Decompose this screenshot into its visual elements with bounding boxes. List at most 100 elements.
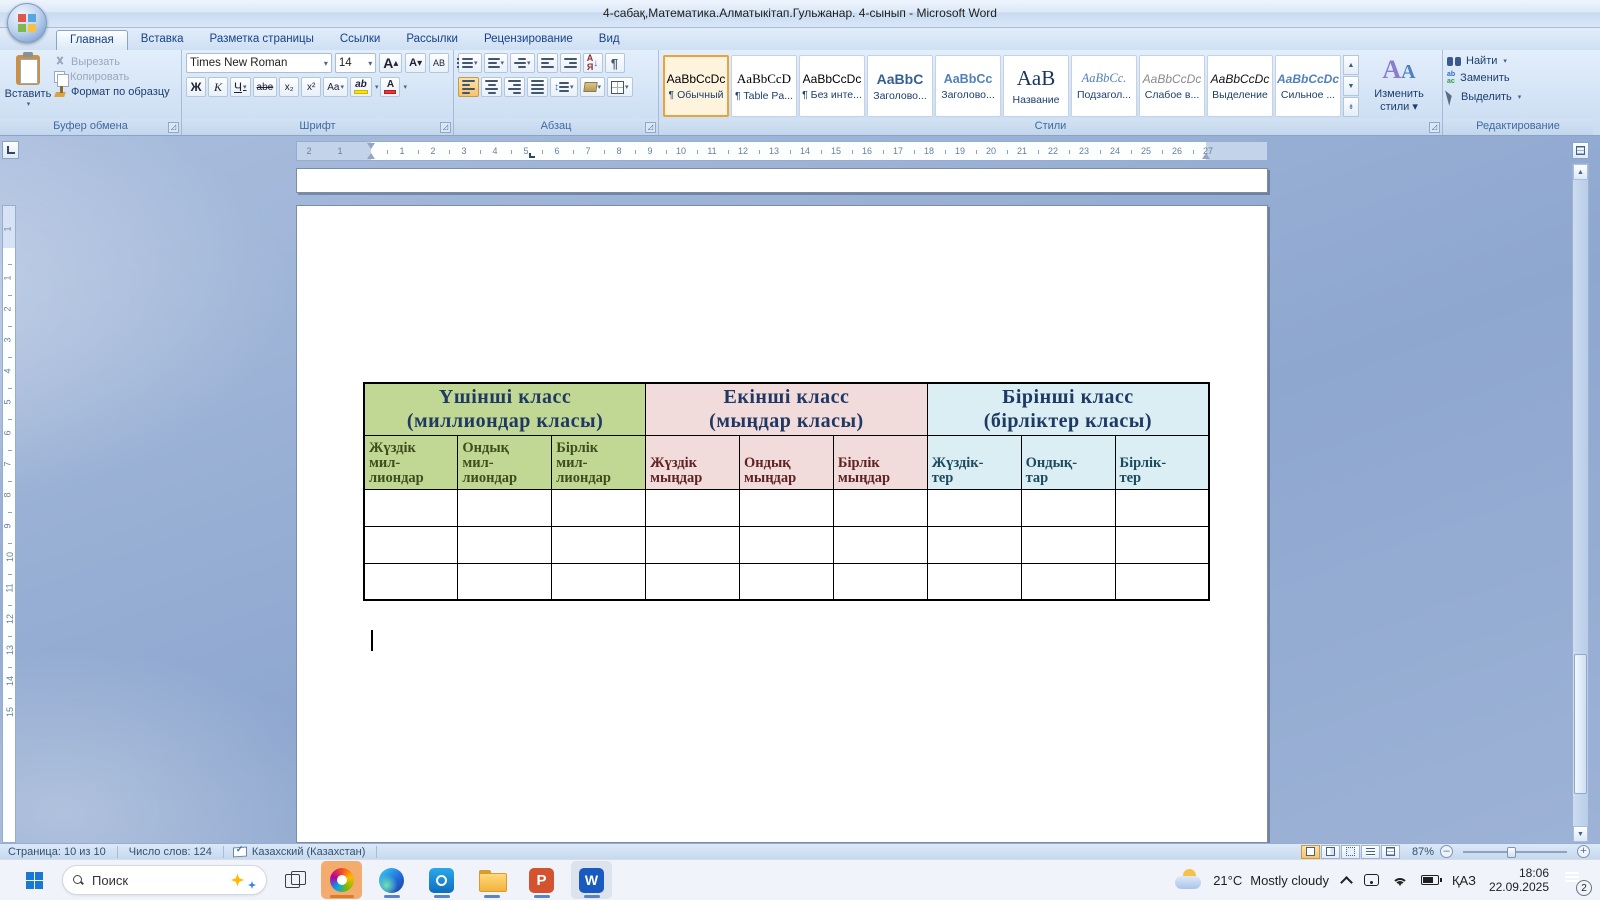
table-empty-cell[interactable] — [832, 562, 928, 601]
table-empty-cell[interactable] — [457, 562, 553, 601]
copy-button[interactable]: Копировать — [54, 71, 177, 87]
page-indicator[interactable]: Страница: 10 из 10 — [4, 846, 110, 858]
table-subheader-cell[interactable]: Жүздік мыңдар — [645, 434, 740, 490]
taskbar-search[interactable]: Поиск — [62, 865, 267, 895]
table-subheader-cell[interactable]: Жүздік- тер — [926, 434, 1022, 490]
fullscreen-reading-view-button[interactable] — [1320, 844, 1340, 859]
table-empty-cell[interactable] — [1020, 525, 1116, 564]
table-empty-cell[interactable] — [457, 488, 553, 527]
table-empty-cell[interactable] — [926, 562, 1022, 601]
table-subheader-cell[interactable]: Бірлік мил- лиондар — [551, 434, 647, 490]
superscript-button[interactable]: x² — [301, 77, 322, 97]
justify-button[interactable] — [527, 77, 548, 97]
style-gallery-item[interactable]: AaBbCc. Подзагол... — [1071, 55, 1137, 117]
font-dialog-launcher[interactable]: ◿ — [440, 122, 451, 133]
table-empty-cell[interactable] — [551, 562, 647, 601]
outline-view-button[interactable] — [1360, 844, 1380, 859]
scroll-down-button[interactable]: ▼ — [1573, 826, 1588, 842]
table-subheader-cell[interactable]: Ондық- тар — [1020, 434, 1116, 490]
first-line-indent-marker[interactable] — [367, 143, 375, 149]
style-gallery-item[interactable]: AaBbCc Заголово... — [935, 55, 1001, 117]
table-subheader-cell[interactable]: Бірлік мыңдар — [832, 434, 928, 490]
highlight-color-button[interactable]: ab — [349, 77, 372, 97]
numbering-button[interactable]: ▾ — [483, 53, 509, 73]
style-gallery-item[interactable]: AaBbCcDc Сильное ... — [1275, 55, 1341, 117]
format-painter-button[interactable]: Формат по образцу — [54, 86, 177, 98]
tab-stop-marker[interactable] — [529, 153, 535, 158]
ribbon-tab[interactable]: Вставка — [128, 30, 197, 50]
notification-center-button[interactable]: 2 — [1562, 868, 1592, 896]
wifi-icon[interactable] — [1391, 874, 1408, 886]
style-gallery-item[interactable]: AaBbCcDc Выделение — [1207, 55, 1273, 117]
clipboard-dialog-launcher[interactable]: ◿ — [168, 122, 179, 133]
weather-widget[interactable]: 21°C Mostly cloudy — [1175, 869, 1329, 891]
italic-button[interactable]: K — [208, 77, 228, 97]
zoom-in-button[interactable]: + — [1577, 845, 1590, 858]
taskbar-app-powerpoint[interactable]: P — [521, 861, 562, 899]
office-button[interactable] — [7, 3, 47, 43]
table-class-header[interactable]: Екінші класс (мыңдар класы) — [645, 382, 928, 436]
clock[interactable]: 18:06 22.09.2025 — [1489, 866, 1549, 894]
table-empty-cell[interactable] — [551, 525, 647, 564]
task-view-button[interactable] — [285, 871, 306, 889]
line-spacing-button[interactable]: ↕ ▾ — [550, 77, 578, 97]
ribbon-tab[interactable]: Разметка страницы — [197, 30, 327, 50]
previous-page-bottom[interactable] — [296, 168, 1268, 193]
taskbar-app-explorer[interactable] — [471, 861, 512, 899]
table-empty-cell[interactable] — [363, 525, 459, 564]
multilevel-list-button[interactable]: ▾ — [510, 53, 535, 73]
scrollbar-thumb[interactable] — [1574, 654, 1587, 794]
draft-view-button[interactable] — [1380, 844, 1400, 859]
style-gallery-item[interactable]: AaBbCcDc ¶ Обычный — [663, 55, 729, 117]
word-count[interactable]: Число слов: 124 — [125, 846, 216, 858]
table-empty-cell[interactable] — [832, 488, 928, 527]
table-subheader-cell[interactable]: Бірлік- тер — [1114, 434, 1210, 490]
table-empty-cell[interactable] — [1114, 488, 1210, 527]
table-empty-cell[interactable] — [739, 525, 834, 564]
clear-formatting-button[interactable]: АВ — [429, 53, 449, 73]
table-subheader-cell[interactable]: Ондық мыңдар — [739, 434, 834, 490]
strikethrough-button[interactable]: abe — [252, 77, 278, 97]
taskbar-app-outlook[interactable] — [421, 861, 462, 899]
input-language[interactable]: ҚАЗ — [1452, 873, 1476, 888]
decrease-indent-button[interactable] — [536, 53, 558, 73]
table-class-header[interactable]: Үшінші класс (миллиондар класы) — [363, 382, 647, 436]
ruler-toggle-button[interactable] — [1572, 142, 1589, 159]
show-marks-button[interactable]: ¶ — [604, 53, 625, 73]
zoom-level[interactable]: 87% — [1412, 846, 1434, 858]
language-indicator[interactable]: Казахский (Казахстан) — [248, 846, 369, 858]
font-color-button[interactable]: А — [380, 77, 401, 97]
style-gallery-item[interactable]: AaBbC Заголово... — [867, 55, 933, 117]
zoom-slider[interactable] — [1463, 846, 1567, 858]
zoom-out-button[interactable]: – — [1440, 845, 1453, 858]
table-empty-cell[interactable] — [1020, 488, 1116, 527]
phone-link-icon[interactable] — [1363, 874, 1379, 886]
taskbar-app-edge[interactable] — [371, 861, 412, 899]
style-gallery-item[interactable]: AaBbCcDc Слабое в... — [1139, 55, 1205, 117]
replace-button[interactable]: ab ac Заменить — [1447, 71, 1589, 85]
find-button[interactable]: Найти ▾ — [1447, 55, 1589, 67]
paste-button[interactable]: Вставить ▾ — [4, 52, 52, 119]
borders-button[interactable]: ▾ — [607, 77, 633, 97]
align-center-button[interactable] — [481, 77, 502, 97]
horizontal-ruler[interactable]: 2 1 1 2 3 4 5 6 7 8 9 10 11 12 13 14 15 16 17 18 19 20 21 22 23 2… — [296, 141, 1268, 161]
font-size-combo[interactable]: 14 ▾ — [334, 53, 377, 73]
styles-dialog-launcher[interactable]: ◿ — [1429, 122, 1440, 133]
bold-button[interactable]: Ж — [186, 77, 206, 97]
ribbon-tab[interactable]: Рассылки — [393, 30, 471, 50]
align-right-button[interactable] — [504, 77, 525, 97]
ribbon-tab[interactable]: Рецензирование — [471, 30, 586, 50]
tray-chevron-icon[interactable] — [1340, 875, 1353, 889]
table-empty-cell[interactable] — [363, 488, 459, 527]
zoom-slider-thumb[interactable] — [1507, 846, 1516, 858]
vertical-ruler[interactable]: 1 1 2 3 4 5 6 7 8 9 10 11 12 13 14 15 — [2, 205, 16, 843]
ribbon-tab[interactable]: Главная — [56, 30, 128, 50]
style-scroll-down[interactable]: ▼ — [1343, 76, 1359, 96]
web-layout-view-button[interactable] — [1340, 844, 1360, 859]
table-empty-cell[interactable] — [1114, 562, 1210, 601]
underline-button[interactable]: Ч ▾ — [230, 77, 251, 97]
table-class-header[interactable]: Бірінші класс (бірліктер класы) — [926, 382, 1210, 436]
style-gallery-item[interactable]: AaB Название — [1003, 55, 1069, 117]
paragraph-dialog-launcher[interactable]: ◿ — [645, 122, 656, 133]
subscript-button[interactable]: x₂ — [279, 77, 300, 97]
